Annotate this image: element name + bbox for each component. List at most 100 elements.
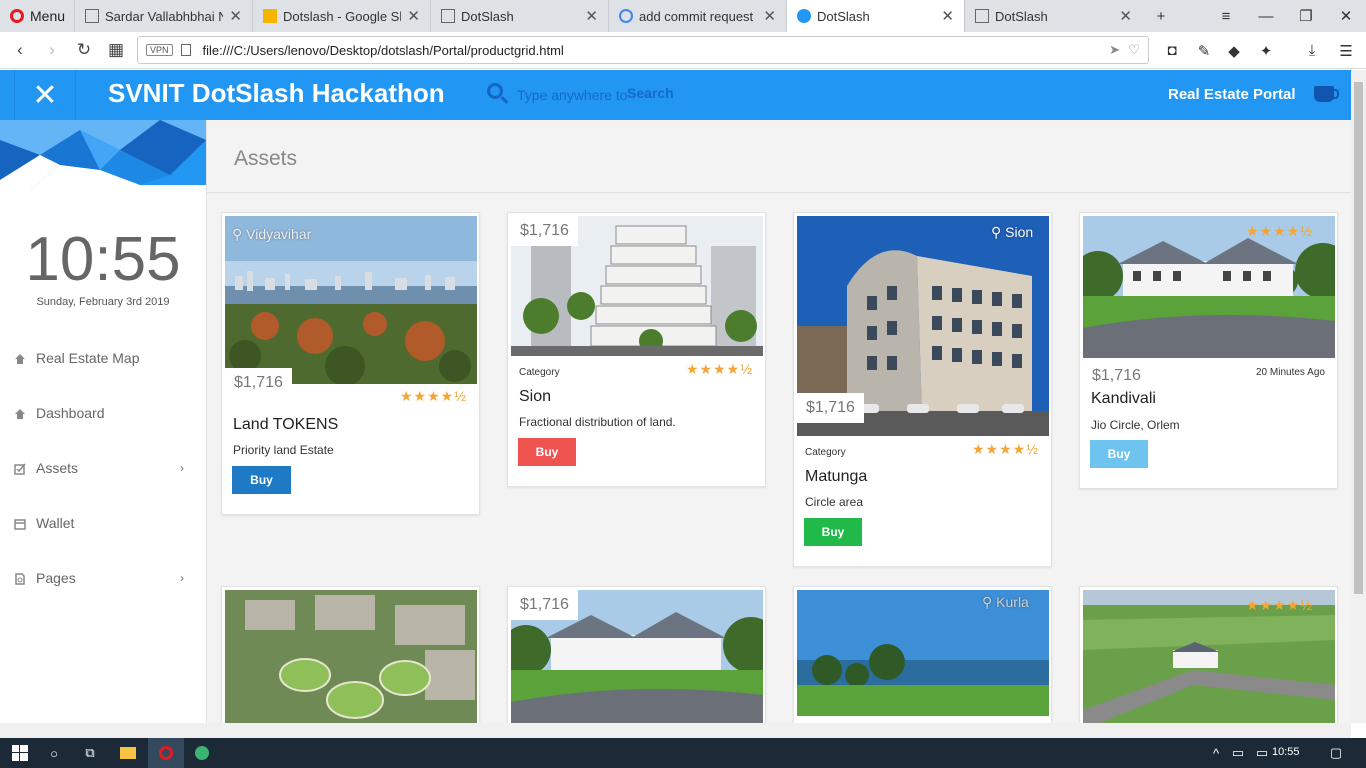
- close-sidebar-icon[interactable]: ✕: [14, 70, 76, 120]
- sidebar-item-pages[interactable]: Pages ›: [0, 558, 206, 598]
- tab-title: Dotslash - Google Slide: [283, 8, 402, 24]
- location-tag: ⚲ Kurla: [982, 594, 1029, 611]
- url-field[interactable]: VPN file:///C:/Users/lenovo/Desktop/dots…: [137, 36, 1149, 64]
- property-name: Kandivali: [1091, 390, 1156, 407]
- app-taskbar-icon[interactable]: [184, 738, 220, 768]
- page-info-icon[interactable]: [180, 44, 191, 56]
- sidebar-item-wallet[interactable]: Wallet: [0, 503, 206, 543]
- browser-tab[interactable]: DotSlash ✕: [964, 0, 1142, 32]
- property-description: Fractional distribution of land.: [519, 415, 676, 429]
- close-tab-icon[interactable]: ✕: [407, 7, 420, 25]
- opera-menu-button[interactable]: Menu: [0, 0, 74, 32]
- buy-button[interactable]: Buy: [1090, 440, 1148, 468]
- account-icon[interactable]: ☰: [1330, 32, 1362, 69]
- speed-dial-icon[interactable]: ▦: [100, 34, 132, 66]
- sidebar-item-real-estate-map[interactable]: Real Estate Map: [0, 338, 206, 378]
- buy-button[interactable]: Buy: [804, 518, 862, 546]
- sidebar-item-dashboard[interactable]: Dashboard: [0, 393, 206, 433]
- rating-stars: ★★★★½: [686, 361, 753, 377]
- price-tag: $1,716: [511, 216, 578, 246]
- location-label: Sion: [1005, 224, 1034, 240]
- rating-stars: ★★★★½: [400, 388, 467, 404]
- new-tab-icon[interactable]: +: [1141, 0, 1181, 32]
- asset-card[interactable]: $1,716: [507, 586, 766, 723]
- search-icon[interactable]: [487, 83, 503, 99]
- asset-card[interactable]: ⚲ Sion $1,716 Category ★★★★½ Matunga Cir…: [793, 212, 1052, 567]
- evernote-icon[interactable]: ◆: [1218, 32, 1250, 69]
- vpn-badge[interactable]: VPN: [146, 44, 173, 56]
- sidebar-item-label: Real Estate Map: [36, 350, 140, 366]
- taskbar-clock[interactable]: 10:55: [1272, 746, 1300, 758]
- tab-menu-icon[interactable]: ≡: [1206, 0, 1246, 32]
- rating-stars: ★★★★½: [1246, 223, 1313, 239]
- google-icon: [619, 9, 633, 23]
- windows-start-icon[interactable]: [2, 738, 38, 768]
- browser-tab[interactable]: add commit request to ✕: [608, 0, 786, 32]
- horizontal-scrollbar[interactable]: [0, 723, 1351, 738]
- asset-card[interactable]: ⚲ Vidyavihar $1,716 ★★★★½ Land TOKENS Pr…: [221, 212, 480, 515]
- sidebar-date: Sunday, February 3rd 2019: [36, 296, 170, 308]
- pocket-icon[interactable]: ◘: [1156, 32, 1188, 69]
- notifications-icon[interactable]: ▢: [1318, 738, 1354, 768]
- heart-icon[interactable]: ♡: [1128, 42, 1140, 58]
- document-icon: [441, 9, 455, 23]
- cortana-icon[interactable]: ○: [36, 738, 72, 768]
- browser-tab[interactable]: Sardar Vallabhbhai Nati ✕: [74, 0, 252, 32]
- coffee-icon[interactable]: [1314, 86, 1339, 102]
- send-icon[interactable]: ➤: [1109, 42, 1120, 58]
- checkbox-icon: [14, 462, 26, 475]
- tab-title: DotSlash: [817, 8, 870, 24]
- page-title: Assets: [234, 147, 298, 170]
- forward-icon[interactable]: ›: [36, 34, 68, 66]
- page-title-bar: Assets: [207, 120, 1351, 193]
- file-explorer-icon[interactable]: [110, 738, 146, 768]
- url-text: file:///C:/Users/lenovo/Desktop/dotslash…: [202, 42, 564, 58]
- portal-link[interactable]: Real Estate Portal: [1168, 86, 1296, 103]
- rating-stars: ★★★★½: [972, 441, 1039, 457]
- reload-icon[interactable]: ↻: [68, 34, 100, 66]
- property-description: Priority land Estate: [233, 443, 334, 457]
- file-icon: [14, 572, 26, 585]
- slides-icon: [263, 9, 277, 23]
- asset-card[interactable]: [221, 586, 480, 723]
- brand-title: SVNIT DotSlash Hackathon: [108, 78, 445, 108]
- minimize-icon[interactable]: —: [1246, 0, 1286, 32]
- asset-card[interactable]: $1,716 Category ★★★★½ Sion Fractional di…: [507, 212, 766, 487]
- close-tab-icon[interactable]: ✕: [585, 7, 598, 25]
- map-marker-icon: ⚲: [982, 594, 993, 610]
- location-tag: ⚲ Vidyavihar: [232, 226, 311, 243]
- extension-icon[interactable]: ✦: [1250, 32, 1282, 69]
- browser-tab[interactable]: Dotslash - Google Slide ✕: [252, 0, 430, 32]
- browser-tab[interactable]: DotSlash ✕: [430, 0, 608, 32]
- sidebar-item-assets[interactable]: Assets ›: [0, 448, 206, 488]
- asset-card[interactable]: ★★★★½ $1,716 20 Minutes Ago Kandivali Ji…: [1079, 212, 1338, 489]
- close-tab-icon[interactable]: ✕: [1119, 7, 1132, 25]
- close-tab-icon[interactable]: ✕: [941, 7, 954, 25]
- asset-card[interactable]: ★★★★½: [1079, 586, 1338, 723]
- opera-taskbar-icon[interactable]: [148, 738, 184, 768]
- tab-title: add commit request to: [639, 8, 758, 24]
- opera-menu-label: Menu: [30, 8, 66, 24]
- category-label: Category: [519, 367, 560, 378]
- vertical-scrollbar[interactable]: [1351, 70, 1366, 723]
- time-label: 20 Minutes Ago: [1256, 367, 1325, 378]
- scrollbar-thumb[interactable]: [1354, 82, 1363, 594]
- tab-title: DotSlash: [995, 8, 1048, 24]
- category-label: Category: [805, 447, 846, 458]
- task-view-icon[interactable]: ⧉: [72, 738, 108, 768]
- edit-icon[interactable]: ✎: [1188, 32, 1220, 69]
- close-tab-icon[interactable]: ✕: [763, 7, 776, 25]
- buy-button[interactable]: Buy: [232, 466, 291, 494]
- back-icon[interactable]: ‹: [4, 34, 36, 66]
- buy-button[interactable]: Buy: [518, 438, 576, 466]
- close-tab-icon[interactable]: ✕: [229, 7, 242, 25]
- price-tag: $1,716: [225, 368, 292, 398]
- asset-card[interactable]: ⚲ Kurla: [793, 586, 1052, 723]
- main-content: Assets ⚲ Vidyavihar $1,716 ★★★★½ Land TO…: [207, 120, 1351, 723]
- download-icon[interactable]: ⤓: [1296, 32, 1328, 69]
- maximize-icon[interactable]: ❐: [1286, 0, 1326, 32]
- close-window-icon[interactable]: ✕: [1326, 0, 1366, 32]
- sidebar-item-label: Wallet: [36, 515, 75, 531]
- tab-title: DotSlash: [461, 8, 514, 24]
- browser-tab-active[interactable]: DotSlash ✕: [786, 0, 964, 32]
